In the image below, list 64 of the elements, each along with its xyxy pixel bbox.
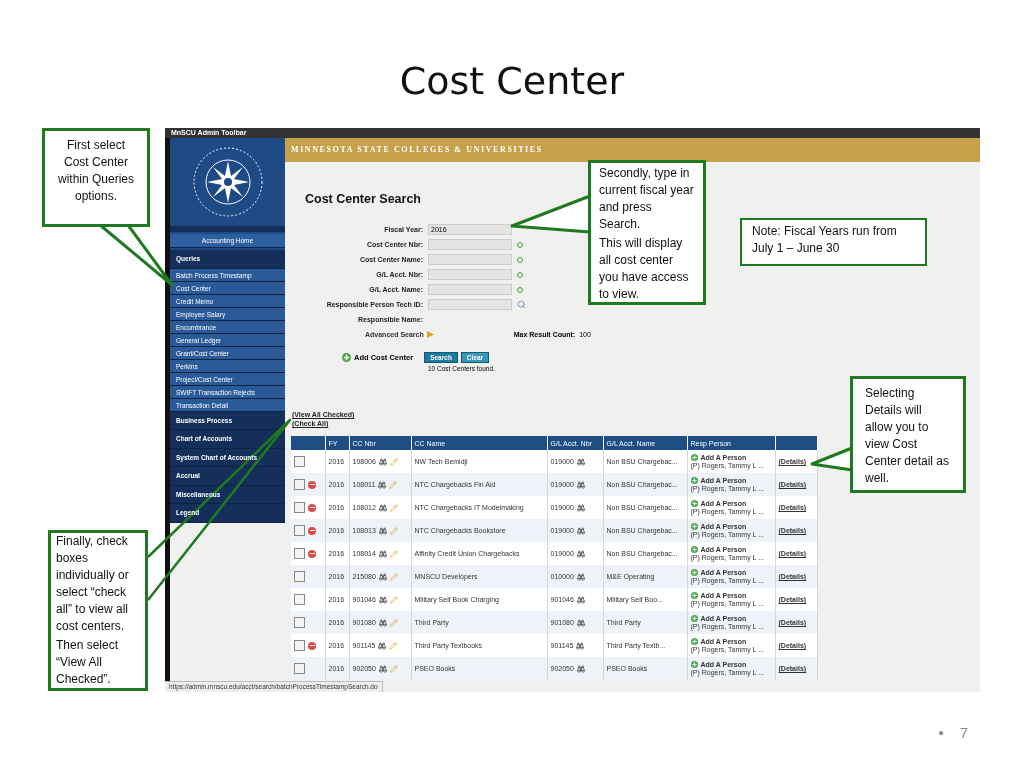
binoculars-icon[interactable] [576,503,585,512]
plus-icon [690,546,698,553]
binoculars-icon[interactable] [576,664,585,673]
binoculars-icon[interactable] [576,480,585,489]
binoculars-icon[interactable] [576,641,585,650]
binoculars-icon[interactable] [576,457,585,466]
page-number: 7 [959,724,968,741]
row-checkbox[interactable] [294,525,305,536]
row-checkbox[interactable] [294,502,305,513]
binoculars-icon[interactable] [378,503,387,512]
row-checkbox[interactable] [294,640,305,651]
callout-text: Selecting Details will allow you to view Cost Center detail as well. [865,385,951,487]
callout-text: Note: Fiscal Years run from July 1 – June 30 [752,223,898,257]
plus-icon [690,592,698,599]
binoculars-icon[interactable] [576,549,585,558]
plus-icon [690,500,698,507]
row-checkbox[interactable] [294,617,305,628]
binoculars-icon[interactable] [378,618,387,627]
row-checkbox[interactable] [294,479,305,490]
remove-icon[interactable] [308,549,316,558]
banner-title: MINNESOTA STATE COLLEGES & UNIVERSITIES [285,138,980,162]
plus-icon [690,523,698,530]
plus-icon [690,477,698,484]
binoculars-icon[interactable] [576,526,585,535]
callout-text: This will display all cost center you have access to view. [599,235,690,303]
row-checkbox[interactable] [294,571,305,582]
triangle-icon [426,331,434,338]
binoculars-icon[interactable] [378,457,387,466]
input-field[interactable] [428,254,512,265]
binoculars-icon[interactable] [378,595,387,604]
binoculars-icon[interactable] [378,572,387,581]
input-field[interactable] [428,269,512,280]
slide-title: Cost Center [399,62,625,100]
bullet: • [938,724,944,741]
plus-icon [690,454,698,461]
plus-icon [690,569,698,576]
remove-icon[interactable] [308,503,316,512]
binoculars-icon[interactable] [576,618,585,627]
remove-icon[interactable] [308,480,316,489]
binoculars-icon[interactable] [378,526,387,535]
input-field[interactable] [428,284,512,295]
binoculars-icon[interactable] [378,641,387,650]
row-checkbox[interactable] [294,594,305,605]
binoculars-icon[interactable] [576,595,585,604]
binoculars-icon[interactable] [378,664,387,673]
plus-icon [690,661,698,668]
remove-icon[interactable] [308,641,316,650]
input-field[interactable] [428,299,512,310]
callout-text: Then select “View All Checked”. [56,637,120,688]
callout-text: Finally, check boxes individually or select “check all” to view all cost centers. [56,533,130,635]
binoculars-icon[interactable] [378,549,387,558]
search-icon[interactable] [517,300,526,309]
plus-icon [690,638,698,645]
binoculars-icon[interactable] [378,480,387,489]
row-checkbox[interactable] [294,548,305,559]
callout-text: First select Cost Center within Queries options. [57,137,135,205]
row-checkbox[interactable] [294,663,305,674]
binoculars-icon[interactable] [576,572,585,581]
row-checkbox[interactable] [294,456,305,467]
plus-icon [342,353,351,362]
remove-icon[interactable] [308,526,316,535]
plus-icon [690,615,698,622]
input-field[interactable] [428,239,512,250]
callout-text: Secondly, type in current fiscal year and press Search. [599,165,695,233]
